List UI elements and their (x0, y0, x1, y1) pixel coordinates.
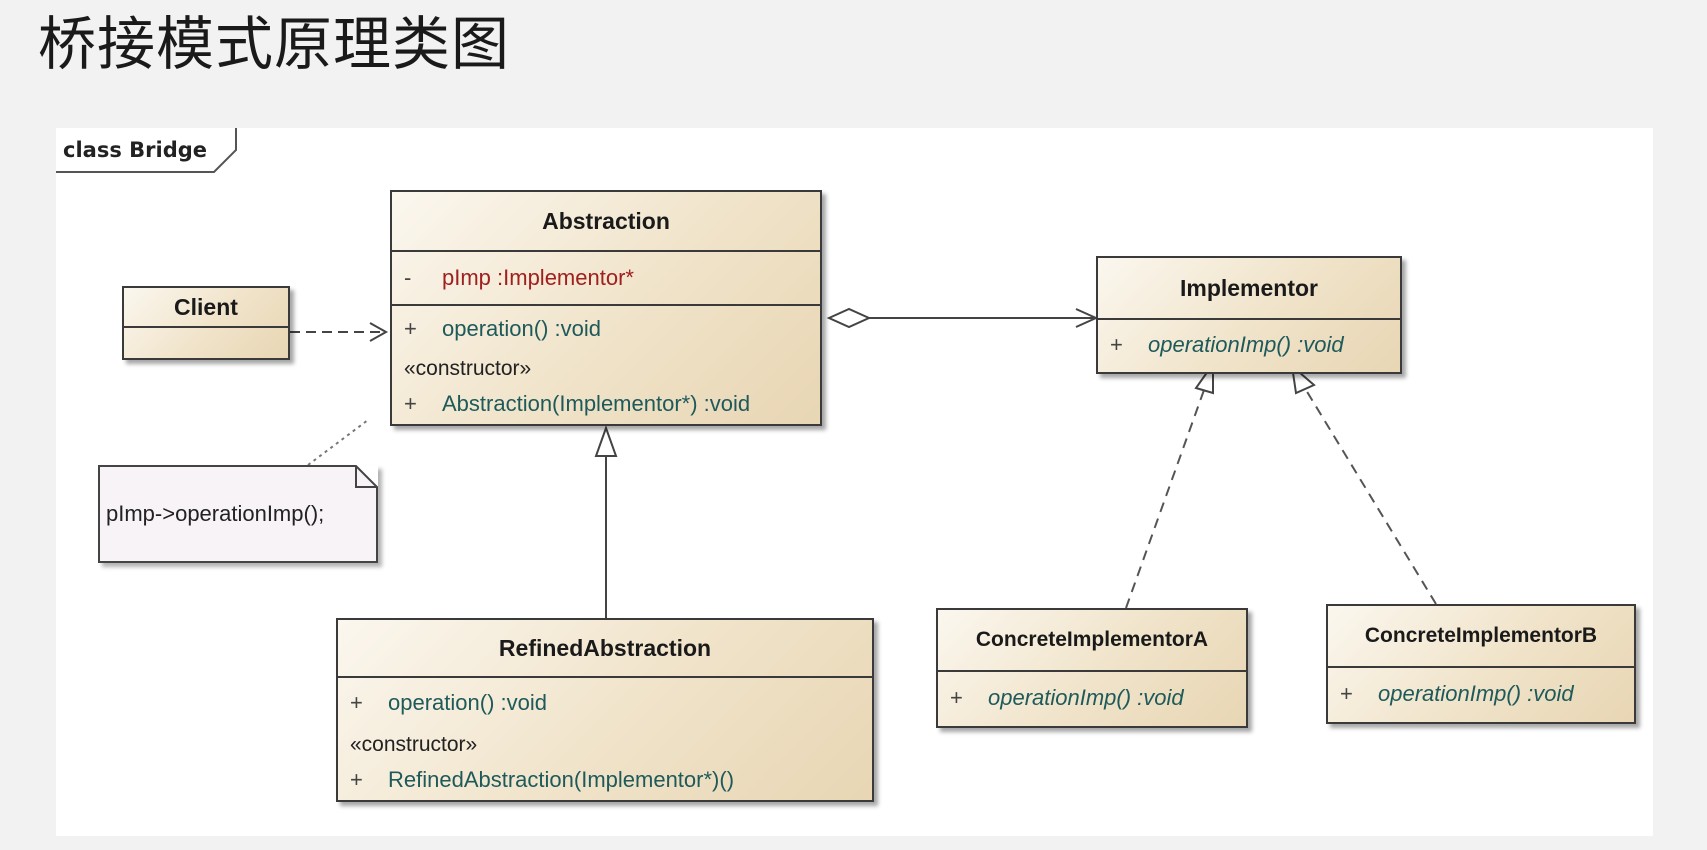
visibility-marker: + (404, 391, 417, 416)
class-name: ConcreteImplementorA (938, 610, 1246, 672)
constructor-stereotype: «constructor» (350, 733, 478, 756)
constructor-stereotype: «constructor» (404, 357, 532, 380)
note-text: pImp->operationImp(); (106, 501, 325, 526)
frame-label: class Bridge (56, 128, 238, 174)
page-title: 桥接模式原理类图 (38, 10, 511, 78)
note-anchor-line (307, 419, 369, 466)
operation-section: + operationImp() :void (1328, 668, 1634, 720)
class-name: Abstraction (392, 192, 820, 252)
operation-method: operation() :void (388, 690, 547, 715)
class-concrete-implementor-a[interactable]: ConcreteImplementorA + operationImp() :v… (936, 608, 1248, 728)
operation-method: operation() :void (442, 316, 601, 341)
visibility-marker: + (350, 767, 363, 792)
visibility-marker: + (404, 316, 417, 341)
class-refined-abstraction[interactable]: RefinedAbstraction + operation() :void «… (336, 618, 874, 802)
generalization-triangle (594, 425, 618, 457)
class-name: ConcreteImplementorB (1328, 606, 1634, 668)
visibility-marker: + (1110, 332, 1123, 357)
operation-method: operationImp() :void (988, 685, 1184, 710)
aggregation-diamond (826, 307, 872, 329)
class-name: RefinedAbstraction (338, 620, 872, 678)
class-abstraction[interactable]: Abstraction - pImp :Implementor* + opera… (390, 190, 822, 426)
class-name: Client (124, 288, 288, 328)
class-name: Implementor (1098, 258, 1400, 320)
operation-section: + operationImp() :void (938, 672, 1246, 724)
visibility-marker: + (950, 685, 963, 710)
uml-diagram-canvas: class Bridge Client Abstraction - pImp :… (56, 128, 1653, 836)
realization-line-b (1305, 389, 1437, 605)
class-concrete-implementor-b[interactable]: ConcreteImplementorB + operationImp() :v… (1326, 604, 1636, 724)
frame-label-text: class Bridge (63, 138, 207, 162)
visibility-marker: - (404, 265, 412, 290)
class-implementor[interactable]: Implementor + operationImp() :void (1096, 256, 1402, 374)
operation-section: + operation() :void «constructor» + Refi… (338, 678, 872, 798)
operation-method: operationImp() :void (1148, 332, 1344, 357)
realization-line-a (1125, 389, 1205, 609)
class-client[interactable]: Client (122, 286, 290, 360)
operation-section: + operationImp() :void (1098, 320, 1400, 370)
visibility-marker: + (1340, 681, 1353, 706)
operation-section: + operation() :void «constructor» + Abst… (392, 306, 820, 422)
note: pImp->operationImp(); (98, 465, 378, 563)
visibility-marker: + (350, 690, 363, 715)
operation-method: operationImp() :void (1378, 681, 1574, 706)
attribute-pimp: pImp :Implementor* (442, 265, 634, 290)
attribute-section: - pImp :Implementor* (392, 252, 820, 306)
constructor-method: Abstraction(Implementor*) :void (442, 391, 751, 416)
constructor-method: RefinedAbstraction(Implementor*)() (388, 767, 735, 792)
